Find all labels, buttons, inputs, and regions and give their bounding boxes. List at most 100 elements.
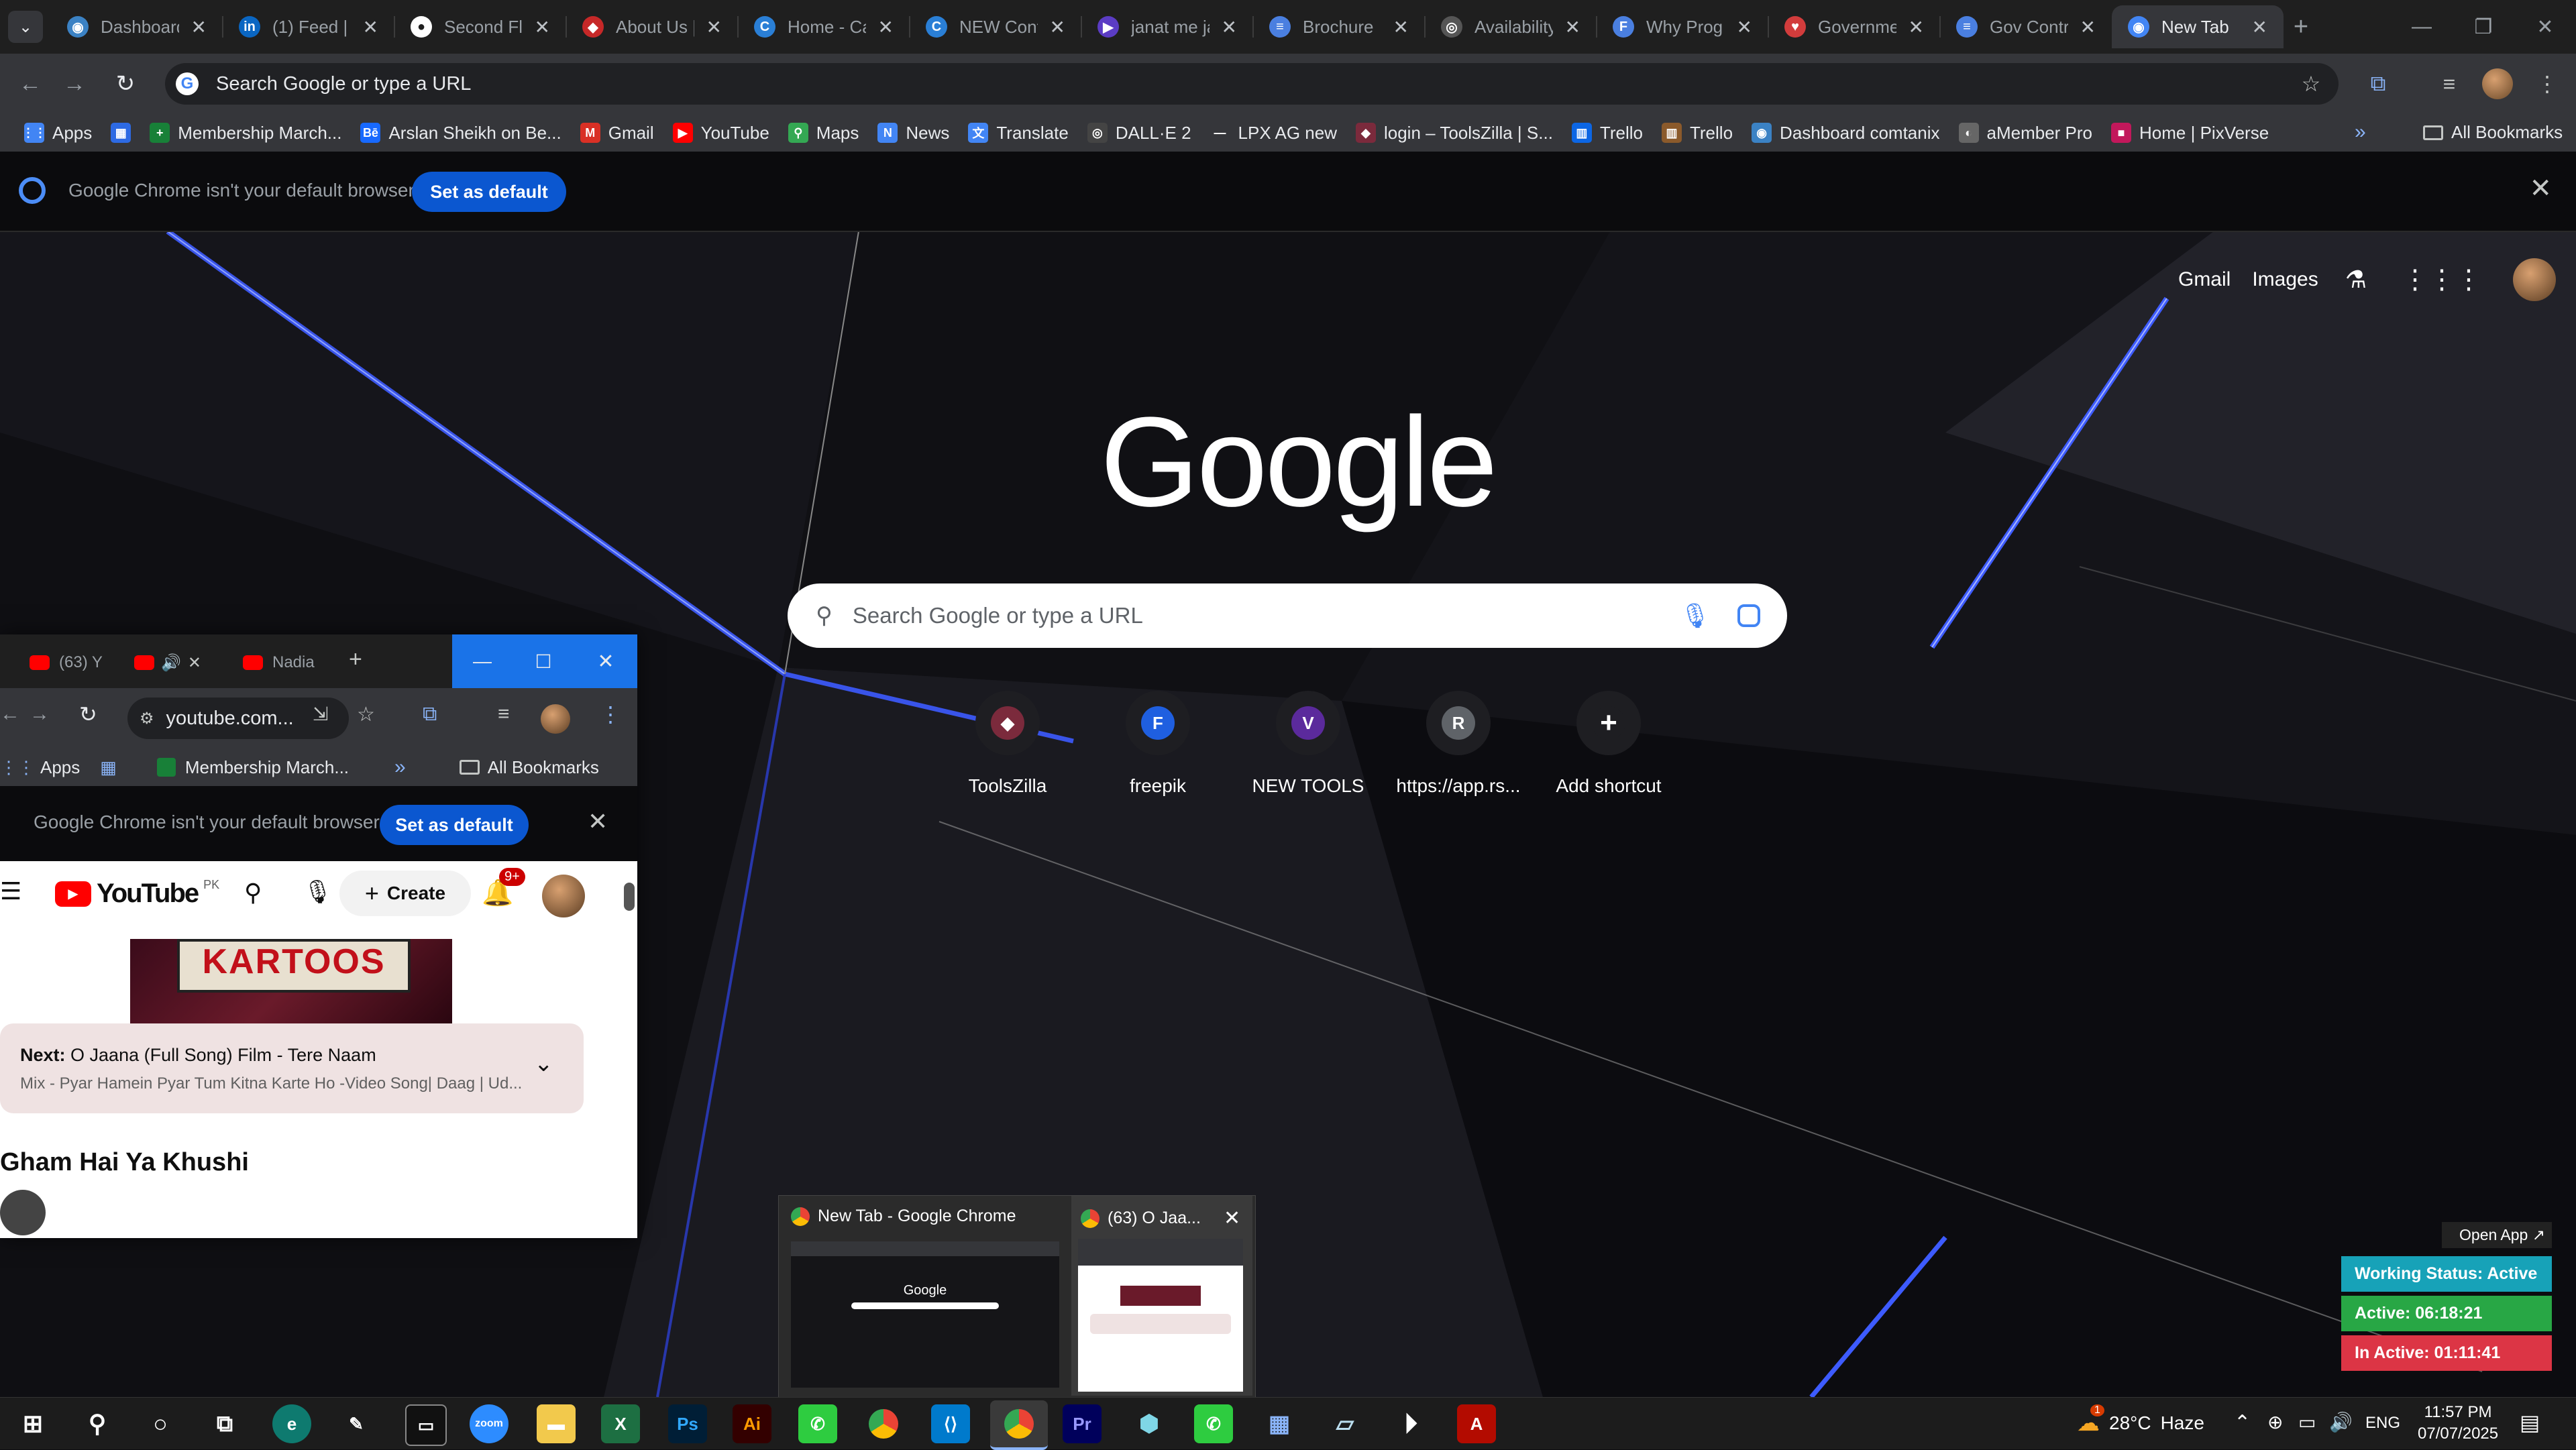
shortcut-tile[interactable]: + Add shortcut — [1534, 691, 1684, 797]
shortcut-tile[interactable]: Ffreepik — [1083, 691, 1233, 797]
yt-bm-apps[interactable]: Apps — [40, 757, 80, 778]
tab-9[interactable]: ◎ Availability ✕ — [1425, 5, 1597, 48]
queue-music-icon[interactable]: ≡ — [498, 703, 510, 726]
maximize-button[interactable]: ❐ — [2453, 0, 2514, 54]
tab-search-button[interactable]: ⌄ — [8, 11, 43, 43]
excel-app[interactable]: X — [601, 1404, 640, 1443]
tab-10[interactable]: F Why Prog ✕ — [1597, 5, 1768, 48]
images-link[interactable]: Images — [2252, 268, 2318, 291]
avatar[interactable] — [541, 704, 570, 734]
tab-close-icon[interactable]: ✕ — [2080, 16, 2096, 38]
chevron-double-right-icon[interactable]: » — [394, 756, 406, 779]
yt-minimize-button[interactable]: — — [452, 634, 513, 688]
terminal-app[interactable]: ▭ — [405, 1404, 447, 1446]
yt-maximize-button[interactable]: ☐ — [513, 634, 574, 688]
yt-all-bookmarks[interactable]: All Bookmarks — [488, 757, 599, 778]
create-button[interactable]: + Create — [339, 871, 471, 916]
close-icon[interactable]: ✕ — [588, 807, 608, 836]
notes-app[interactable]: ▱ — [1326, 1404, 1364, 1443]
yt-tab-1[interactable]: (63) Y — [0, 643, 150, 683]
gmail-link[interactable]: Gmail — [2178, 268, 2231, 291]
tab-8[interactable]: ≡ Brochure ✕ — [1253, 5, 1425, 48]
meet-now-icon[interactable]: ⊕ — [2267, 1411, 2283, 1433]
account-avatar[interactable] — [2513, 258, 2556, 301]
bookmark-item[interactable]: ◆ login – ToolsZilla | S... — [1355, 123, 1553, 144]
labs-icon[interactable]: ⚗ — [2345, 266, 2367, 294]
install-app-icon[interactable]: ⇲ — [313, 703, 328, 725]
yt-set-default-button[interactable]: Set as default — [380, 805, 529, 845]
tab-close-icon[interactable]: ✕ — [1050, 16, 1065, 38]
forward-button[interactable]: → — [56, 66, 93, 102]
tab-11[interactable]: ♥ Governme ✕ — [1768, 5, 1940, 48]
tab-close-icon[interactable]: ✕ — [1909, 16, 1924, 38]
minimize-button[interactable]: — — [2391, 0, 2453, 54]
bookmark-item[interactable]: + Membership March... — [150, 123, 341, 144]
tab-5[interactable]: C Home - Ca ✕ — [738, 5, 910, 48]
tab-close-icon[interactable]: ✕ — [1565, 16, 1580, 38]
shortcut-tile[interactable]: Rhttps://app.rs... — [1383, 691, 1534, 797]
notifications-icon[interactable]: ▤ — [2520, 1410, 2540, 1435]
bookmark-item[interactable]: ▥ Trello — [1571, 123, 1643, 144]
tab-12[interactable]: ≡ Gov Contr ✕ — [1940, 5, 2112, 48]
ntp-search-box[interactable]: ⚲ Search Google or type a URL 🎙 — [788, 583, 1787, 648]
zoom-app[interactable]: zoom — [470, 1404, 508, 1443]
bookmark-item[interactable]: N News — [877, 123, 949, 144]
tab-13[interactable]: ◉ New Tab ✕ — [2112, 5, 2284, 48]
edge-app[interactable]: e — [272, 1404, 311, 1443]
hamburger-menu-icon[interactable]: ☰ — [0, 877, 21, 905]
arrow-left-icon[interactable]: ← — [0, 703, 20, 726]
lens-icon[interactable] — [1737, 604, 1760, 627]
scrollbar[interactable] — [624, 868, 635, 1230]
chrome-menu-button[interactable]: ⋮ — [2529, 66, 2565, 102]
tab-6[interactable]: C NEW Cont ✕ — [910, 5, 1081, 48]
illustrator-app[interactable]: Ai — [733, 1404, 771, 1443]
tab-3[interactable]: ● Second Fl ✕ — [394, 5, 566, 48]
language-indicator[interactable]: ENG — [2365, 1414, 2400, 1433]
tab-close-icon[interactable]: ✕ — [363, 16, 378, 38]
preview-item-youtube[interactable]: (63) O Jaa... ✕ — [1071, 1196, 1252, 1396]
bookmark-item[interactable]: ◐ aMember Pro — [1958, 123, 2092, 144]
reload-button[interactable]: ↻ — [107, 66, 144, 102]
calculator-app[interactable]: ▦ — [1260, 1404, 1299, 1443]
tab-close-icon[interactable]: ✕ — [2252, 16, 2267, 38]
close-icon[interactable]: ✕ — [188, 653, 201, 673]
tab-1[interactable]: ◉ Dashboard ✕ — [51, 5, 223, 48]
tab-close-icon[interactable]: ✕ — [1737, 16, 1752, 38]
new-tab-button[interactable]: + — [2284, 11, 2318, 43]
bookmark-item[interactable]: 文 Translate — [968, 123, 1069, 144]
shortcut-tile[interactable]: ◆ ToolsZilla — [932, 691, 1083, 797]
omnibox[interactable]: G Search Google or type a URL — [165, 63, 2339, 105]
shortcut-tile[interactable]: V NEW TOOLS — [1233, 691, 1383, 797]
arrow-right-icon[interactable]: → — [30, 703, 50, 726]
tab-close-icon[interactable]: ✕ — [535, 16, 550, 38]
task-view-button[interactable]: ⧉ — [205, 1404, 244, 1443]
yt-close-button[interactable]: ✕ — [574, 634, 637, 688]
avatar[interactable] — [542, 875, 585, 917]
tab-close-icon[interactable]: ✕ — [878, 16, 894, 38]
green-app[interactable]: ✆ — [798, 1404, 837, 1443]
clock[interactable]: 11:57 PM 07/07/2025 — [2418, 1402, 2498, 1445]
yt-tab-3[interactable]: Nadia — [243, 643, 337, 683]
cortana-button[interactable]: ○ — [141, 1404, 180, 1443]
tab-2[interactable]: in (1) Feed | L ✕ — [223, 5, 394, 48]
tab-close-icon[interactable]: ✕ — [706, 16, 722, 38]
bookmark-item[interactable]: ▦ — [111, 123, 131, 143]
bookmark-item[interactable]: M Gmail — [580, 123, 654, 144]
microphone-icon[interactable]: 🎙 — [303, 879, 332, 905]
photoshop-app[interactable]: Ps — [668, 1404, 707, 1443]
close-window-button[interactable]: ✕ — [2514, 0, 2576, 54]
yt-new-tab-button[interactable]: + — [349, 647, 362, 673]
voice-search-icon[interactable]: 🎙 — [1680, 602, 1711, 630]
media-player-app[interactable]: ⏵ — [1391, 1404, 1430, 1443]
tab-close-icon[interactable]: ✕ — [191, 16, 207, 38]
bookmarks-overflow-button[interactable]: » — [2355, 121, 2366, 144]
acrobat-app[interactable]: A — [1457, 1404, 1496, 1443]
bookmark-star-button[interactable]: ☆ — [2293, 66, 2329, 102]
tab-close-icon[interactable]: ✕ — [1393, 16, 1409, 38]
start-button[interactable]: ⊞ — [13, 1404, 52, 1443]
set-default-button[interactable]: Set as default — [412, 172, 566, 212]
preview-item-newtab[interactable]: New Tab - Google Chrome Google — [784, 1201, 1066, 1392]
weather-widget[interactable]: ☁ 1 28°C Haze — [2077, 1404, 2204, 1437]
more-vert-icon[interactable]: ⋮ — [600, 702, 621, 727]
infobar-close-button[interactable]: ✕ — [2529, 173, 2552, 204]
